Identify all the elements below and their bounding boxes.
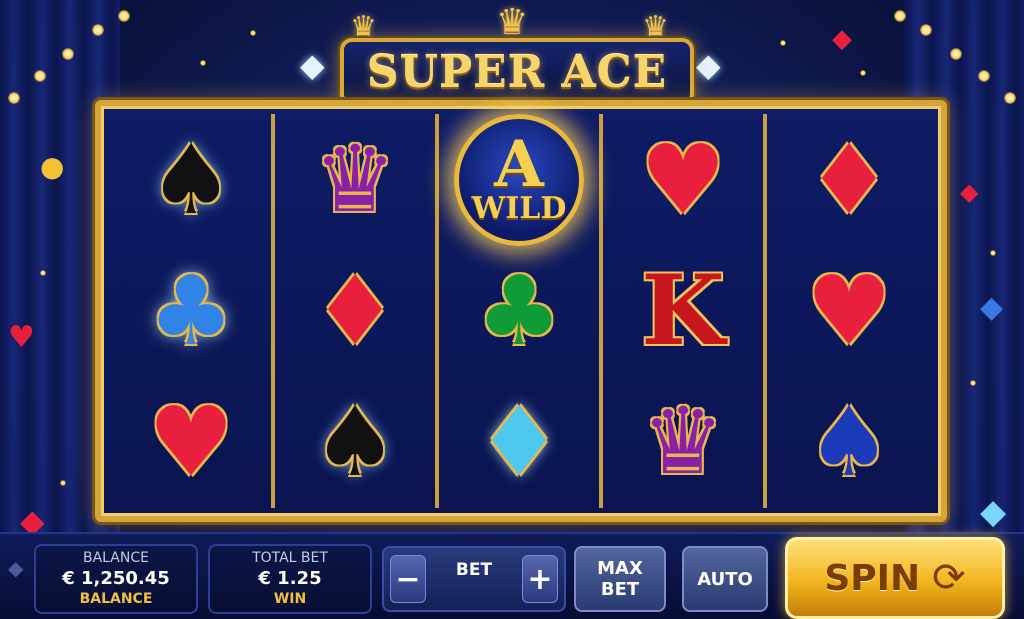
floating-heart-icon: ♥: [8, 320, 35, 355]
reel-cell: ♣: [454, 251, 584, 371]
wild-label: WILD: [471, 190, 567, 226]
balance-label: BALANCE: [83, 550, 149, 566]
spin-label: SPIN: [824, 557, 921, 599]
club-green-icon: ♣: [475, 254, 563, 367]
diamond-icon: ◆: [300, 46, 325, 84]
reel-grid: ♠ ♣ ♥ ♛ ♦ ♠ A WILD ♣ ♦ ♥ K ♛ ♦ ♥ ♠: [111, 113, 931, 508]
floating-ruby-icon: ◆: [832, 24, 852, 54]
reel-cell: K: [618, 251, 748, 371]
balance-value: € 1,250.45: [62, 568, 170, 589]
diamond-red-icon: ♦: [805, 123, 893, 236]
string-lights-left: [0, 0, 150, 110]
diamond-icon: ◆: [696, 46, 721, 84]
total-bet-value: € 1.25: [258, 568, 322, 589]
diamond-blue-icon: ♦: [475, 386, 563, 499]
spade-blue-icon: ♠: [805, 386, 893, 499]
reel-1: ♠ ♣ ♥: [111, 114, 275, 508]
game-title: SUPER ACE: [366, 46, 668, 98]
reel-cell: ♠: [784, 382, 914, 502]
heart-red-icon: ♥: [805, 254, 893, 367]
floating-diamond-icon: ◆: [980, 492, 1007, 532]
reel-cell: ♦: [784, 120, 914, 240]
reel-cell: ♣: [126, 251, 256, 371]
club-blue-icon: ♣: [147, 254, 235, 367]
crown-icon: ♛: [641, 388, 725, 496]
bet-increase-button[interactable]: +: [522, 555, 558, 603]
total-bet-label: TOTAL BET: [252, 550, 328, 566]
reel-3: A WILD ♣ ♦: [439, 113, 603, 508]
spin-button[interactable]: SPIN ⟳: [785, 537, 1005, 619]
control-bar: ◆ BALANCE € 1,250.45 BALANCE TOTAL BET €…: [0, 532, 1024, 619]
wild-letter: A: [494, 126, 544, 202]
reel-cell: ♥: [126, 382, 256, 502]
reel-5: ♦ ♥ ♠: [767, 114, 931, 508]
balance-sub-label: BALANCE: [79, 591, 153, 607]
wild-ace-symbol: A WILD: [454, 113, 584, 246]
balance-panel: BALANCE € 1,250.45 BALANCE: [34, 544, 198, 614]
bet-control: − BET +: [382, 546, 566, 612]
reel-cell: ♦: [454, 382, 584, 502]
reel-cell: ♦: [290, 251, 420, 371]
heart-red-icon: ♥: [147, 386, 235, 499]
reel-cell: ♥: [784, 251, 914, 371]
reel-cell: A WILD: [454, 113, 584, 246]
max-bet-button[interactable]: MAX BET: [574, 546, 666, 612]
menu-diamond-icon[interactable]: ◆: [8, 556, 23, 580]
reel-cell: ♠: [126, 120, 256, 240]
auto-button[interactable]: AUTO: [682, 546, 768, 612]
king-symbol: K: [641, 253, 725, 367]
gold-coin-icon: ●: [40, 150, 65, 183]
reel-cell: ♠: [290, 382, 420, 502]
reel-frame: ♠ ♣ ♥ ♛ ♦ ♠ A WILD ♣ ♦ ♥ K ♛ ♦ ♥ ♠: [95, 100, 947, 522]
refresh-icon: ⟳: [932, 555, 966, 601]
reel-cell: ♛: [290, 120, 420, 240]
spade-black-icon: ♠: [311, 386, 399, 499]
win-label: WIN: [273, 591, 307, 607]
crown-icon: ♛: [496, 2, 529, 43]
spade-black-icon: ♠: [147, 123, 235, 236]
floating-ruby-icon: ◆: [960, 178, 979, 206]
reel-4: ♥ K ♛: [603, 114, 767, 508]
reel-cell: ♥: [618, 120, 748, 240]
total-bet-panel: TOTAL BET € 1.25 WIN: [208, 544, 372, 614]
reel-cell: ♛: [618, 382, 748, 502]
string-lights-right: [874, 0, 1024, 110]
game-title-plate: SUPER ACE: [340, 38, 694, 106]
floating-sapphire-icon: ◆: [980, 290, 1004, 325]
heart-red-icon: ♥: [639, 123, 727, 236]
diamond-red-icon: ♦: [311, 254, 399, 367]
crown-icon: ♛: [313, 125, 397, 233]
reel-2: ♛ ♦ ♠: [275, 114, 439, 508]
